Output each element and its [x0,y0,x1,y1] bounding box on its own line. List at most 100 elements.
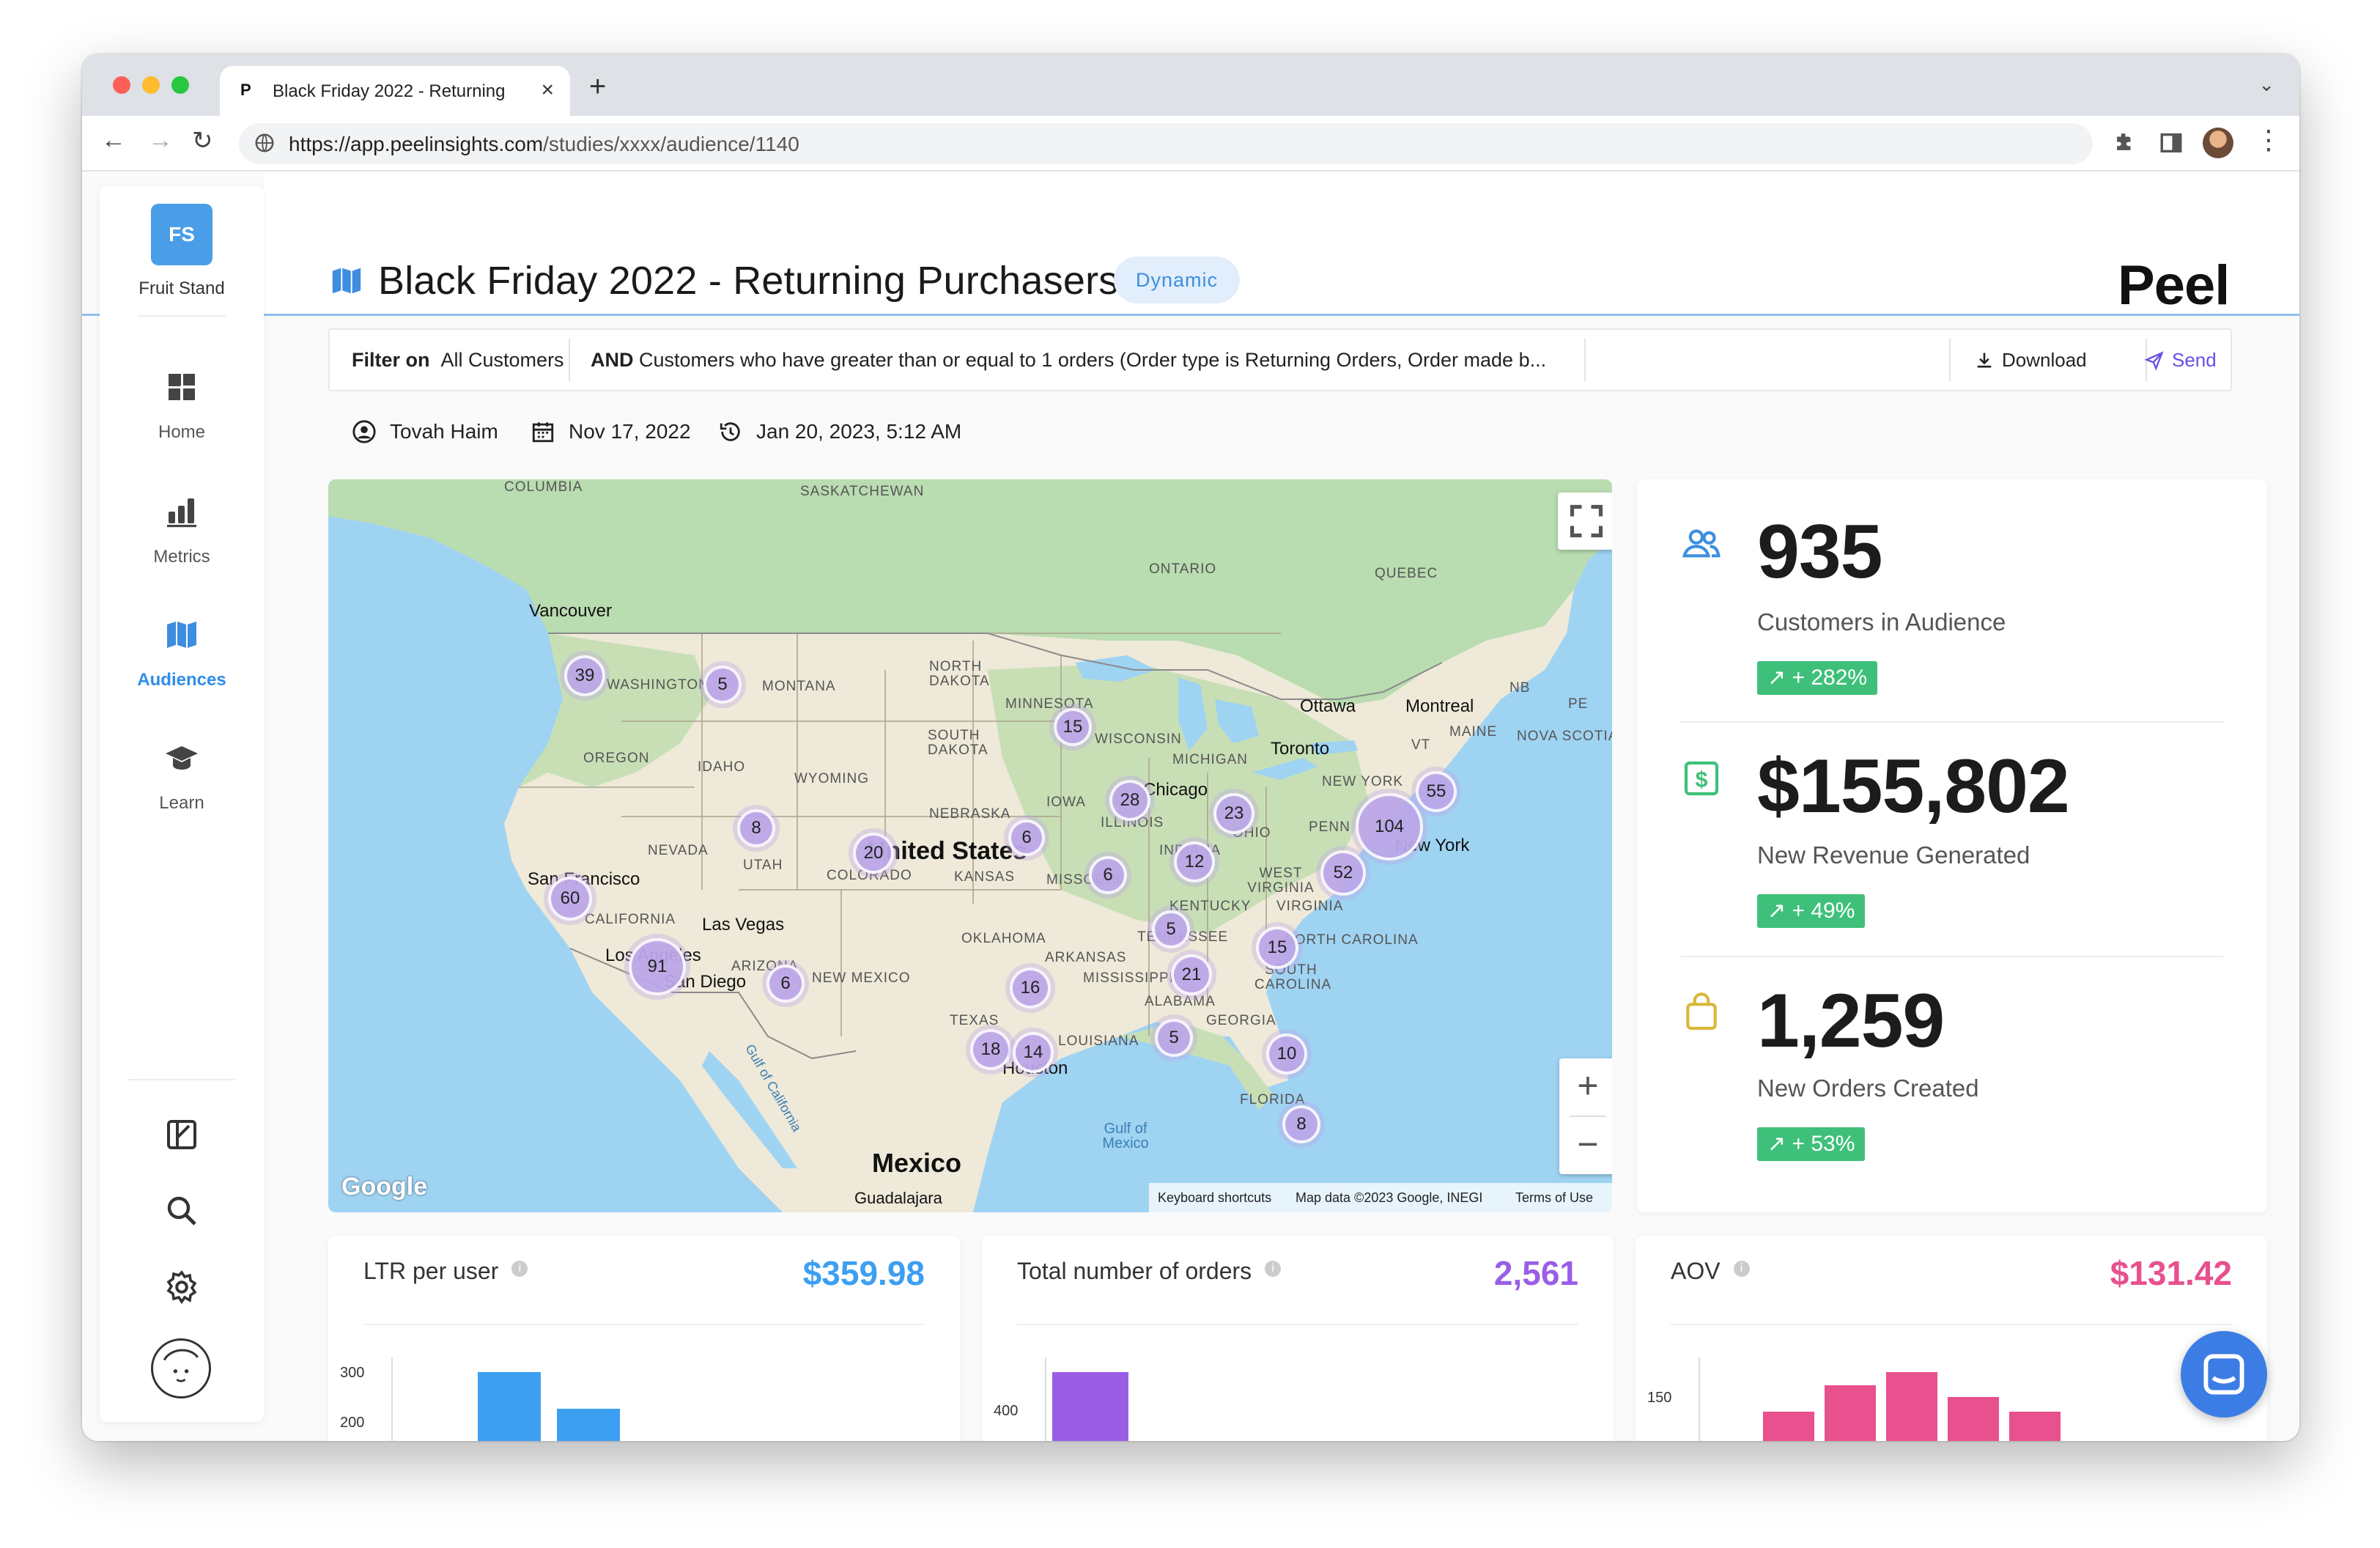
browser-window: P Black Friday 2022 - Returning × + ⌄ ← … [82,54,2299,1441]
filter-condition[interactable]: AND Customers who have greater than or e… [591,349,1546,372]
map-label: COLUMBIA [504,479,583,495]
map-label: KENTUCKY [1169,899,1252,914]
audience-cluster[interactable]: 23 [1213,793,1254,834]
zoom-in-button[interactable]: + [1559,1058,1612,1116]
audience-cluster[interactable]: 39 [564,655,605,696]
audience-cluster[interactable]: 21 [1171,954,1212,995]
audience-cluster[interactable]: 5 [1152,910,1190,948]
address-bar[interactable]: https://app.peelinsights.com/studies/xxx… [239,123,2093,164]
audience-cluster[interactable]: 6 [1089,856,1127,894]
sidebar-item-home[interactable]: Home [100,369,264,472]
map-data-text: Map data ©2023 Google, INEGI [1296,1190,1483,1205]
audience-map[interactable]: COLUMBIA SASKATCHEWAN ONTARIO QUEBEC NOR… [328,479,1612,1212]
sidebar: FS Fruit Stand Home Metrics Audiences Le… [100,186,264,1422]
svg-text:$: $ [1696,768,1708,792]
map-label: NEBRASKA [929,806,1011,822]
city-label: Ottawa [1300,696,1356,716]
sidebar-item-audiences[interactable]: Audiences [100,617,264,720]
metric-card-ltr[interactable]: LTR per user i $359.98 300 200 [328,1236,960,1441]
audience-cluster[interactable]: 20 [853,833,894,874]
keyboard-shortcuts-link[interactable]: Keyboard shortcuts [1158,1190,1271,1206]
zoom-controls: + − [1559,1058,1612,1174]
sidebar-item-metrics[interactable]: Metrics [100,494,264,597]
city-label: Guadalajara [854,1189,942,1207]
audience-cluster[interactable]: 28 [1109,780,1150,821]
chart-axis [1045,1357,1046,1441]
audience-cluster[interactable]: 10 [1266,1033,1307,1075]
sidebar-item-learn[interactable]: Learn [100,740,264,843]
chart-bar [1763,1412,1814,1441]
metric-title: LTR per user i [363,1258,528,1285]
filter-divider [1584,339,1586,381]
templates-icon[interactable] [164,1117,199,1152]
fullscreen-button[interactable] [1558,493,1612,550]
info-icon[interactable]: i [1733,1261,1750,1277]
audience-cluster[interactable]: 14 [1013,1032,1054,1073]
site-info-icon[interactable] [254,132,276,154]
search-icon[interactable] [164,1193,199,1228]
city-label: Gulf of Mexico [1102,1121,1149,1151]
city-label: Toronto [1271,739,1330,759]
audience-cluster[interactable]: 55 [1416,771,1457,812]
axis-tick: 300 [340,1365,365,1381]
send-button[interactable]: Send [2144,349,2217,372]
side-panel-icon[interactable] [2159,130,2184,155]
browser-tab[interactable]: P Black Friday 2022 - Returning × [220,66,570,116]
axis-tick: 200 [340,1415,365,1431]
audience-cluster[interactable]: 15 [1256,926,1298,969]
terms-of-use-link[interactable]: Terms of Use [1515,1190,1593,1206]
info-icon[interactable]: i [1265,1261,1282,1277]
audience-cluster[interactable]: 60 [548,877,592,921]
metric-card-aov[interactable]: AOVi $131.42 150 100 [1636,1236,2267,1441]
audience-cluster[interactable]: 16 [1010,968,1051,1009]
axis-tick: 400 [994,1403,1019,1419]
audience-cluster[interactable]: 8 [737,809,775,847]
chart-bar [557,1409,620,1441]
audience-cluster[interactable]: 12 [1174,841,1215,882]
filter-summary[interactable]: Filter on All Customers [352,349,564,372]
browser-toolbar: ← → ↻ https://app.peelinsights.com/studi… [82,116,2299,172]
maximize-window-button[interactable] [171,76,189,94]
user-avatar[interactable] [151,1338,211,1398]
metric-divider [1017,1324,1578,1325]
chart-bar [1052,1372,1128,1441]
minimize-window-button[interactable] [142,76,160,94]
audience-cluster[interactable]: 18 [970,1029,1011,1070]
tab-search-chevron-icon[interactable]: ⌄ [2258,73,2274,96]
map-label: MONTANA [762,679,836,694]
profile-avatar[interactable] [2203,128,2233,158]
back-button[interactable]: ← [101,126,126,155]
tab-title: Black Friday 2022 - Returning [273,81,506,101]
close-window-button[interactable] [113,76,130,94]
close-tab-icon[interactable]: × [541,78,554,103]
browser-menu-icon[interactable]: ⋮ [2255,125,2282,155]
audience-cluster[interactable]: 91 [629,938,686,995]
reload-button[interactable]: ↻ [192,126,213,155]
map-label: SASKATCHEWAN [800,484,925,499]
info-icon[interactable]: i [511,1261,528,1277]
audience-cluster[interactable]: 5 [1155,1019,1193,1057]
audience-cluster[interactable]: 6 [1008,819,1045,856]
audience-cluster[interactable]: 15 [1054,708,1092,746]
metric-card-orders[interactable]: Total number of orders i 2,561 400 [982,1236,1614,1441]
audience-cluster[interactable]: 6 [766,965,805,1003]
revenue-label: New Revenue Generated [1757,841,2030,869]
audience-cluster[interactable]: 104 [1356,793,1423,860]
store-badge[interactable]: FS [151,204,212,265]
settings-icon[interactable] [164,1269,199,1305]
extensions-icon[interactable] [2112,130,2137,155]
audience-cluster[interactable]: 52 [1320,850,1366,896]
audience-cluster[interactable]: 8 [1282,1105,1320,1143]
map-label: MISSISSIPPI [1083,970,1174,986]
new-tab-button[interactable]: + [589,70,606,103]
map-label: QUEBEC [1375,566,1438,581]
audience-cluster[interactable]: 5 [703,666,742,704]
revenue-change-badge: ↗ + 49% [1757,894,1866,928]
city-label: Chicago [1143,780,1208,800]
forward-button[interactable]: → [148,126,173,155]
chart-axis [391,1357,393,1441]
download-button[interactable]: Download [1974,349,2087,372]
zoom-out-button[interactable]: − [1559,1117,1612,1174]
orders-label: New Orders Created [1757,1075,1979,1102]
chat-launcher-button[interactable] [2181,1331,2267,1418]
